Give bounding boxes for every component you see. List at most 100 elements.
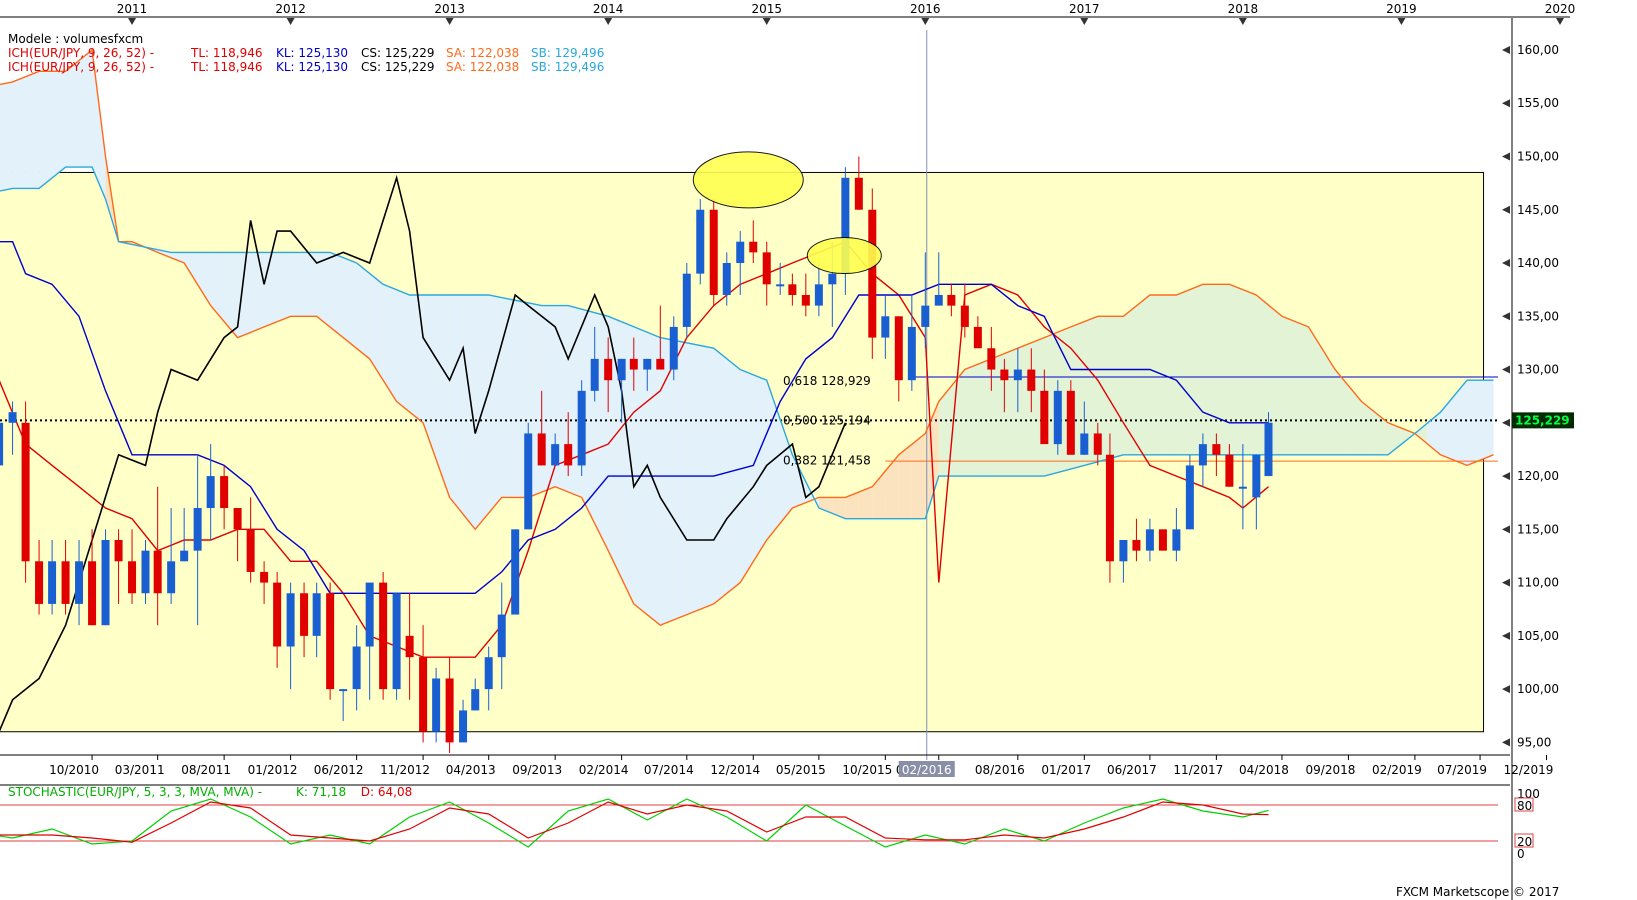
fibonacci-label: 0,500 125,194 — [783, 414, 871, 428]
candle-body — [1066, 390, 1075, 455]
cloud-segment — [1308, 326, 1322, 455]
year-tick-label: 2018 — [1228, 2, 1259, 16]
candle-body — [828, 273, 837, 285]
ich-legend-item: CS: 125,229 — [361, 46, 434, 60]
ich-legend-item: CS: 125,229 — [361, 60, 434, 74]
candle-body — [564, 444, 573, 466]
cloud-segment — [463, 294, 476, 530]
candle-body — [153, 550, 162, 594]
cloud-segment — [250, 252, 265, 333]
candle-body — [419, 657, 428, 732]
cloud-segment — [501, 297, 516, 498]
cloud-segment — [409, 294, 424, 423]
month-tick-label: 10/2010 — [49, 763, 99, 777]
candle-body — [629, 358, 638, 370]
month-tick-label: 04/2013 — [446, 763, 496, 777]
candle-body — [180, 550, 189, 562]
cloud-segment — [1149, 294, 1163, 455]
candle-body — [987, 348, 996, 370]
cloud-segment — [25, 71, 40, 189]
cloud-segment — [316, 252, 331, 328]
cloud-segment — [1281, 316, 1295, 455]
candle-body — [1119, 539, 1128, 562]
candle-body — [1027, 369, 1036, 391]
month-tick-label: 07/2014 — [644, 763, 694, 777]
cloud-segment — [449, 294, 464, 515]
candle-body — [471, 689, 480, 711]
price-tick-label: 120,00 — [1517, 469, 1559, 483]
price-tick-label: 150,00 — [1517, 149, 1559, 163]
year-tick-label: 2020 — [1545, 2, 1576, 16]
cloud-segment — [740, 369, 754, 583]
stoch-title: STOCHASTIC(EUR/JPY, 5, 3, 3, MVA, MVA) - — [8, 785, 262, 799]
candle-body — [220, 476, 229, 509]
cloud-segment — [633, 326, 648, 615]
model-title: Modele : volumesfxcm — [8, 32, 143, 46]
cloud-segment — [686, 342, 701, 615]
candle-body — [312, 593, 321, 636]
ich-legend-item: SA: 122,038 — [446, 46, 519, 60]
cloud-segment — [12, 76, 26, 189]
candle-body — [1172, 529, 1181, 551]
candle-body — [193, 508, 202, 551]
cloud-segment — [356, 263, 370, 359]
candle-body — [286, 593, 295, 647]
cloud-segment — [1189, 284, 1203, 455]
fibonacci-label: 0,618 128,929 — [783, 374, 871, 388]
footer-brand: FXCM Marketscope © 2017 — [1396, 885, 1559, 899]
candle-body — [1040, 390, 1049, 445]
cloud-segment — [343, 257, 357, 349]
month-tick-label: 06/2017 — [1107, 763, 1157, 777]
cloud-segment — [237, 252, 251, 338]
cloud-segment — [673, 340, 687, 620]
candle-body — [1093, 433, 1102, 455]
fibonacci-label: 0,382 121,458 — [783, 454, 871, 468]
cloud-segment — [330, 252, 344, 338]
price-tick-label: 155,00 — [1517, 96, 1559, 110]
year-tick-label: 2015 — [751, 2, 782, 16]
ich-legend-item: SB: 129,496 — [531, 46, 604, 60]
candle-body — [300, 593, 309, 636]
candle-body — [1080, 433, 1089, 455]
cloud-segment — [1176, 289, 1190, 455]
candle-body — [907, 326, 916, 381]
candle-body — [1185, 465, 1194, 530]
candle-body — [1212, 444, 1221, 455]
candle-body — [405, 635, 414, 658]
candle-body — [1105, 454, 1114, 562]
cloud-segment — [39, 71, 53, 189]
month-tick-label: 01/2012 — [248, 763, 298, 777]
candle-body — [921, 305, 930, 327]
candle-body — [445, 678, 454, 743]
candle-body — [1238, 486, 1247, 489]
candle-body — [326, 593, 335, 690]
candle-body — [709, 209, 718, 295]
ich-legend-prefix: ICH(EUR/JPY, 9, 26, 52) - — [8, 60, 154, 74]
price-tick-label: 110,00 — [1517, 576, 1559, 590]
year-tick-label: 2013 — [434, 2, 465, 16]
year-tick-label: 2012 — [275, 2, 306, 16]
candle-body — [881, 316, 890, 338]
candle-body — [524, 433, 533, 530]
ich-legend-item: TL: 118,946 — [190, 60, 263, 74]
candle-body — [894, 316, 903, 381]
month-tick-label: 12/2014 — [710, 763, 760, 777]
candle-body — [1132, 539, 1141, 551]
month-tick-label: 08/2011 — [181, 763, 231, 777]
cloud-segment — [660, 337, 674, 626]
cloud-segment — [700, 345, 714, 610]
candle-body — [48, 561, 57, 604]
candle-body — [696, 209, 705, 274]
candle-body — [167, 561, 176, 594]
candle-body — [21, 422, 30, 562]
candle-body — [35, 561, 44, 604]
month-tick-label: 10/2015 — [842, 763, 892, 777]
highlight-ellipse — [692, 151, 804, 209]
cloud-segment — [1202, 284, 1217, 455]
month-tick-label: 12/2019 — [1504, 763, 1554, 777]
month-tick-label: 09/2018 — [1306, 763, 1356, 777]
cloud-segment — [488, 294, 502, 514]
cloud-segment — [52, 71, 66, 178]
candle-body — [776, 284, 785, 287]
candle-body — [206, 476, 215, 509]
